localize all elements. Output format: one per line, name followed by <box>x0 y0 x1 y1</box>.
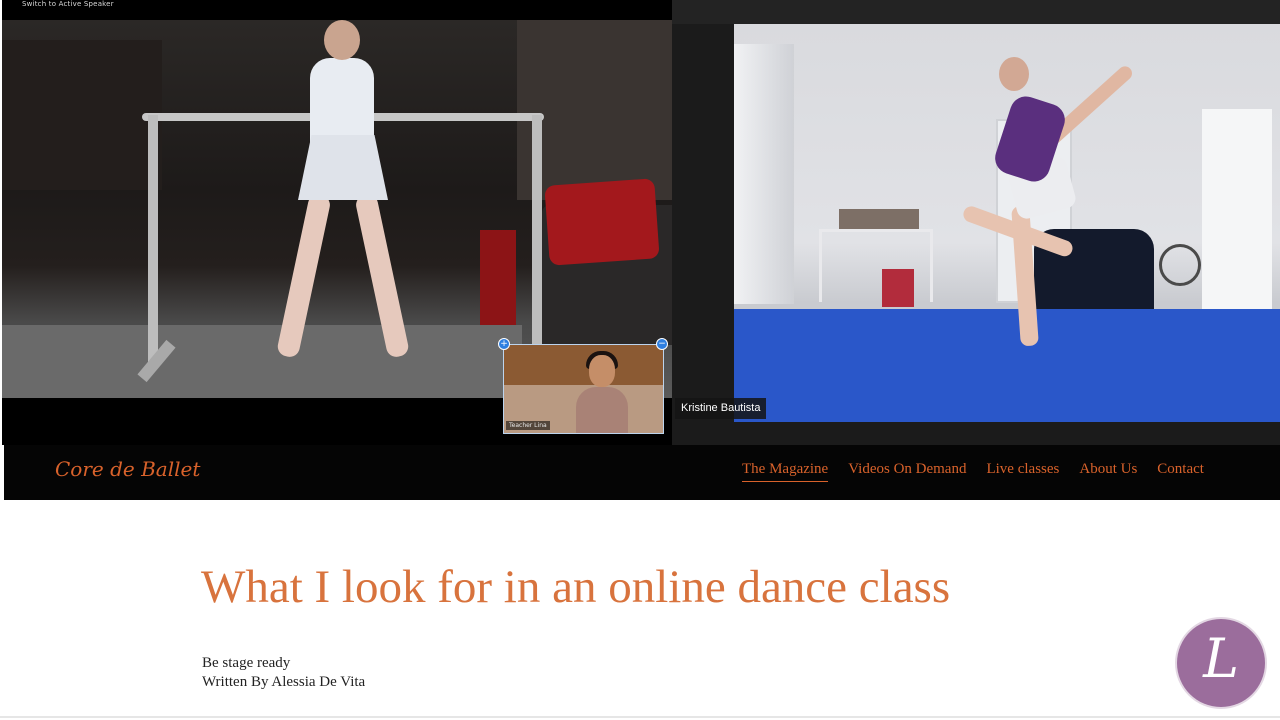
dancer-at-barre <box>275 20 411 365</box>
dancer-skirt <box>298 135 388 200</box>
red-pillow <box>544 178 660 266</box>
dancer-arabesque <box>884 24 1135 369</box>
nav-contact[interactable]: Contact <box>1157 461 1204 482</box>
left-video-scene <box>2 20 672 398</box>
nav-videos-on-demand[interactable]: Videos On Demand <box>848 461 966 482</box>
shelf <box>2 40 162 190</box>
video-top-strip <box>672 0 1280 24</box>
bright-doorway <box>1202 109 1272 309</box>
dancer-leg-right <box>354 192 411 359</box>
main-nav: The Magazine Videos On Demand Live class… <box>742 461 1204 482</box>
nav-the-magazine[interactable]: The Magazine <box>742 461 829 482</box>
pip-person-torso <box>576 387 628 433</box>
article-title: What I look for in an online dance class <box>201 561 951 613</box>
barre-post-right <box>532 115 542 345</box>
article-subtitle: Be stage ready <box>202 655 291 671</box>
pip-person-face <box>589 355 615 387</box>
nav-live-classes[interactable]: Live classes <box>986 461 1059 482</box>
barre-post-left <box>148 115 158 365</box>
dancer-head <box>999 57 1029 91</box>
participant-video-right[interactable] <box>672 0 1280 460</box>
article-meta: Be stage ready Written By Alessia De Vit… <box>202 654 365 692</box>
active-speaker-caption: Switch to Active Speaker <box>22 0 114 8</box>
collapse-handle-icon[interactable]: − <box>656 338 668 350</box>
self-view-name-label: Teacher Lina <box>506 421 550 430</box>
site-header: Core de Ballet The Magazine Videos On De… <box>4 445 1280 500</box>
dancer-head <box>324 20 360 60</box>
right-video-scene <box>734 24 1280 422</box>
badge-letter: L <box>1203 627 1239 690</box>
floor <box>2 325 522 398</box>
video-call-area: Switch to Active Speaker Teacher Lina + … <box>0 0 1280 460</box>
participant-name-tag: Kristine Bautista <box>675 398 767 419</box>
channel-logo-badge: L <box>1177 619 1265 707</box>
window-curtain <box>734 44 794 304</box>
pip-wall <box>504 345 663 385</box>
nav-about-us[interactable]: About Us <box>1079 461 1137 482</box>
dancer-leg-left <box>275 192 332 359</box>
article-byline: Written By Alessia De Vita <box>202 674 366 690</box>
site-logo[interactable]: Core de Ballet <box>55 457 200 481</box>
divider <box>0 716 1280 718</box>
resize-handle-icon[interactable]: + <box>498 338 510 350</box>
fan <box>1159 244 1201 286</box>
